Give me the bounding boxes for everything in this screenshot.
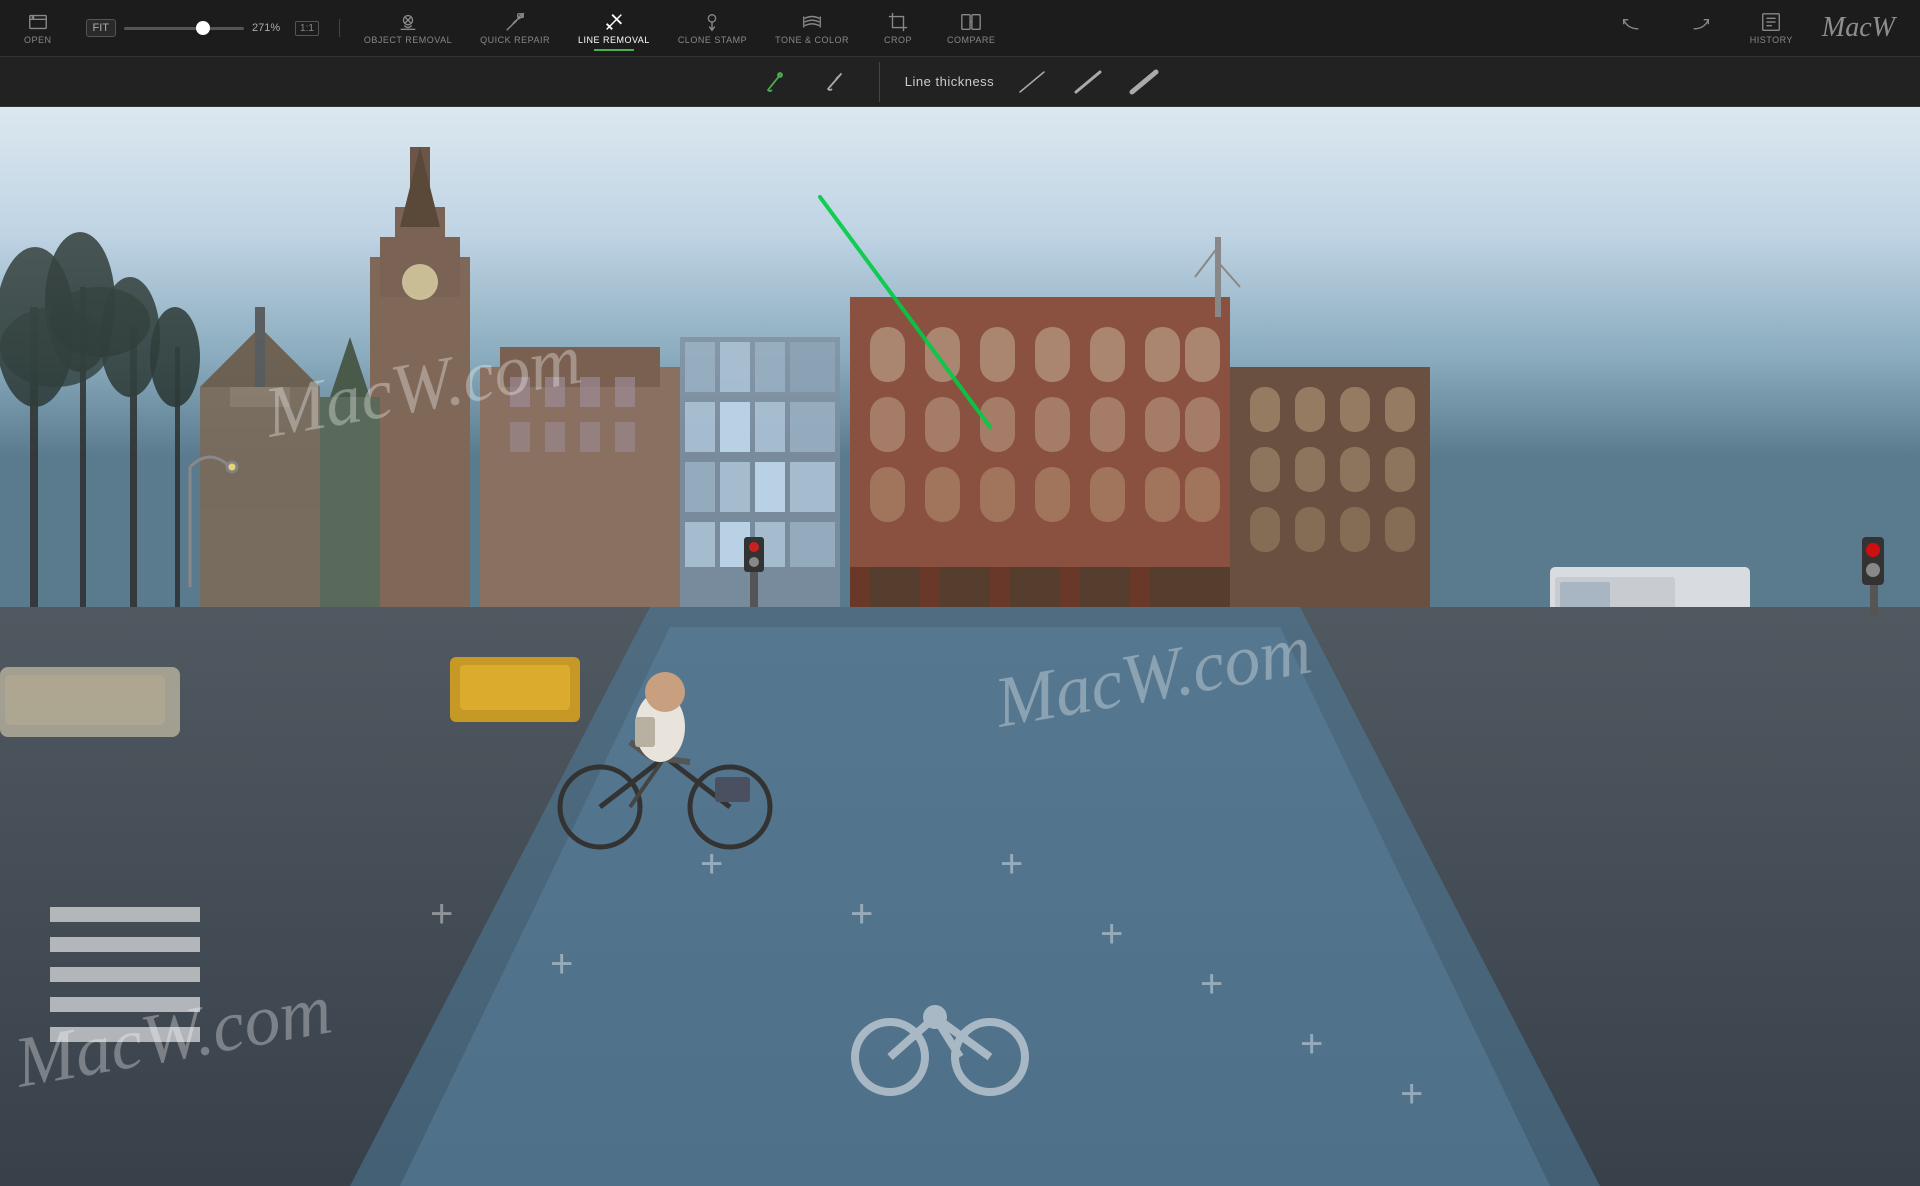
clone-stamp-icon <box>701 11 723 33</box>
object-removal-label: OBJECT REMOVAL <box>364 35 452 45</box>
object-removal-icon <box>396 11 420 33</box>
city-scene: + + + + + + + + + <box>0 107 1920 1186</box>
svg-text:+: + <box>1400 1072 1423 1116</box>
history-icon <box>1760 11 1782 33</box>
history-label: HISTORY <box>1750 35 1793 45</box>
line-removal-label: LINE REMOVAL <box>578 35 650 45</box>
compare-icon <box>960 11 982 33</box>
open-button[interactable]: OPEN <box>10 5 66 51</box>
tools-group: OBJECT REMOVAL QUICK REPAIR <box>350 5 1009 51</box>
zoom-slider[interactable] <box>124 27 244 30</box>
clone-stamp-label: CLONE STAMP <box>678 35 747 45</box>
svg-text:+: + <box>1200 962 1223 1006</box>
redo-icon <box>1690 16 1712 38</box>
svg-text:+: + <box>1100 912 1123 956</box>
svg-text:+: + <box>430 892 453 936</box>
top-toolbar: OPEN FIT 271% 1:1 OBJECT REMOVAL <box>0 0 1920 57</box>
tool-history[interactable]: HISTORY <box>1736 5 1807 51</box>
svg-text:+: + <box>700 842 723 886</box>
brush-tool-1[interactable] <box>758 63 796 101</box>
zoom-slider-container: 271% <box>124 22 287 34</box>
zoom-controls: FIT 271% 1:1 <box>66 19 340 37</box>
svg-text:+: + <box>850 892 873 936</box>
undo-icon <box>1620 16 1642 38</box>
quick-repair-icon <box>504 11 526 33</box>
tool-crop[interactable]: CROP <box>863 5 933 51</box>
app-logo: MacW <box>1807 12 1910 44</box>
tool-compare[interactable]: COMPARE <box>933 5 1009 51</box>
tone-color-label: TONE & COLOR <box>775 35 849 45</box>
crop-label: CROP <box>884 35 912 45</box>
svg-text:+: + <box>1000 842 1023 886</box>
zoom-percent: 271% <box>252 22 287 34</box>
redo-button[interactable] <box>1666 10 1736 46</box>
compare-label: COMPARE <box>947 35 995 45</box>
svg-text:+: + <box>550 942 573 986</box>
undo-button[interactable] <box>1596 10 1666 46</box>
tool-object-removal[interactable]: OBJECT REMOVAL <box>350 5 466 51</box>
secondary-toolbar: Line thickness <box>0 57 1920 107</box>
right-tools: HISTORY MacW <box>1596 5 1910 51</box>
thickness-thin[interactable] <box>1014 64 1050 100</box>
tone-color-icon <box>800 11 824 33</box>
crop-icon <box>887 11 909 33</box>
brush-tool-2[interactable] <box>816 63 854 101</box>
tool-tone-color[interactable]: TONE & COLOR <box>761 5 863 51</box>
zoom-fit-button[interactable]: FIT <box>86 19 117 37</box>
tool-line-removal[interactable]: LINE REMOVAL <box>564 5 664 51</box>
open-icon <box>27 11 49 33</box>
canvas-area[interactable]: + + + + + + + + + <box>0 107 1920 1186</box>
line-removal-icon <box>603 11 625 33</box>
open-label: OPEN <box>24 35 52 45</box>
tool-clone-stamp[interactable]: CLONE STAMP <box>664 5 761 51</box>
thickness-thick[interactable] <box>1126 64 1162 100</box>
separator-1 <box>879 62 880 102</box>
thickness-label: Line thickness <box>905 74 994 89</box>
tool-quick-repair[interactable]: QUICK REPAIR <box>466 5 564 51</box>
zoom-ratio[interactable]: 1:1 <box>295 21 319 36</box>
quick-repair-label: QUICK REPAIR <box>480 35 550 45</box>
svg-text:+: + <box>1300 1022 1323 1066</box>
thickness-medium[interactable] <box>1070 64 1106 100</box>
